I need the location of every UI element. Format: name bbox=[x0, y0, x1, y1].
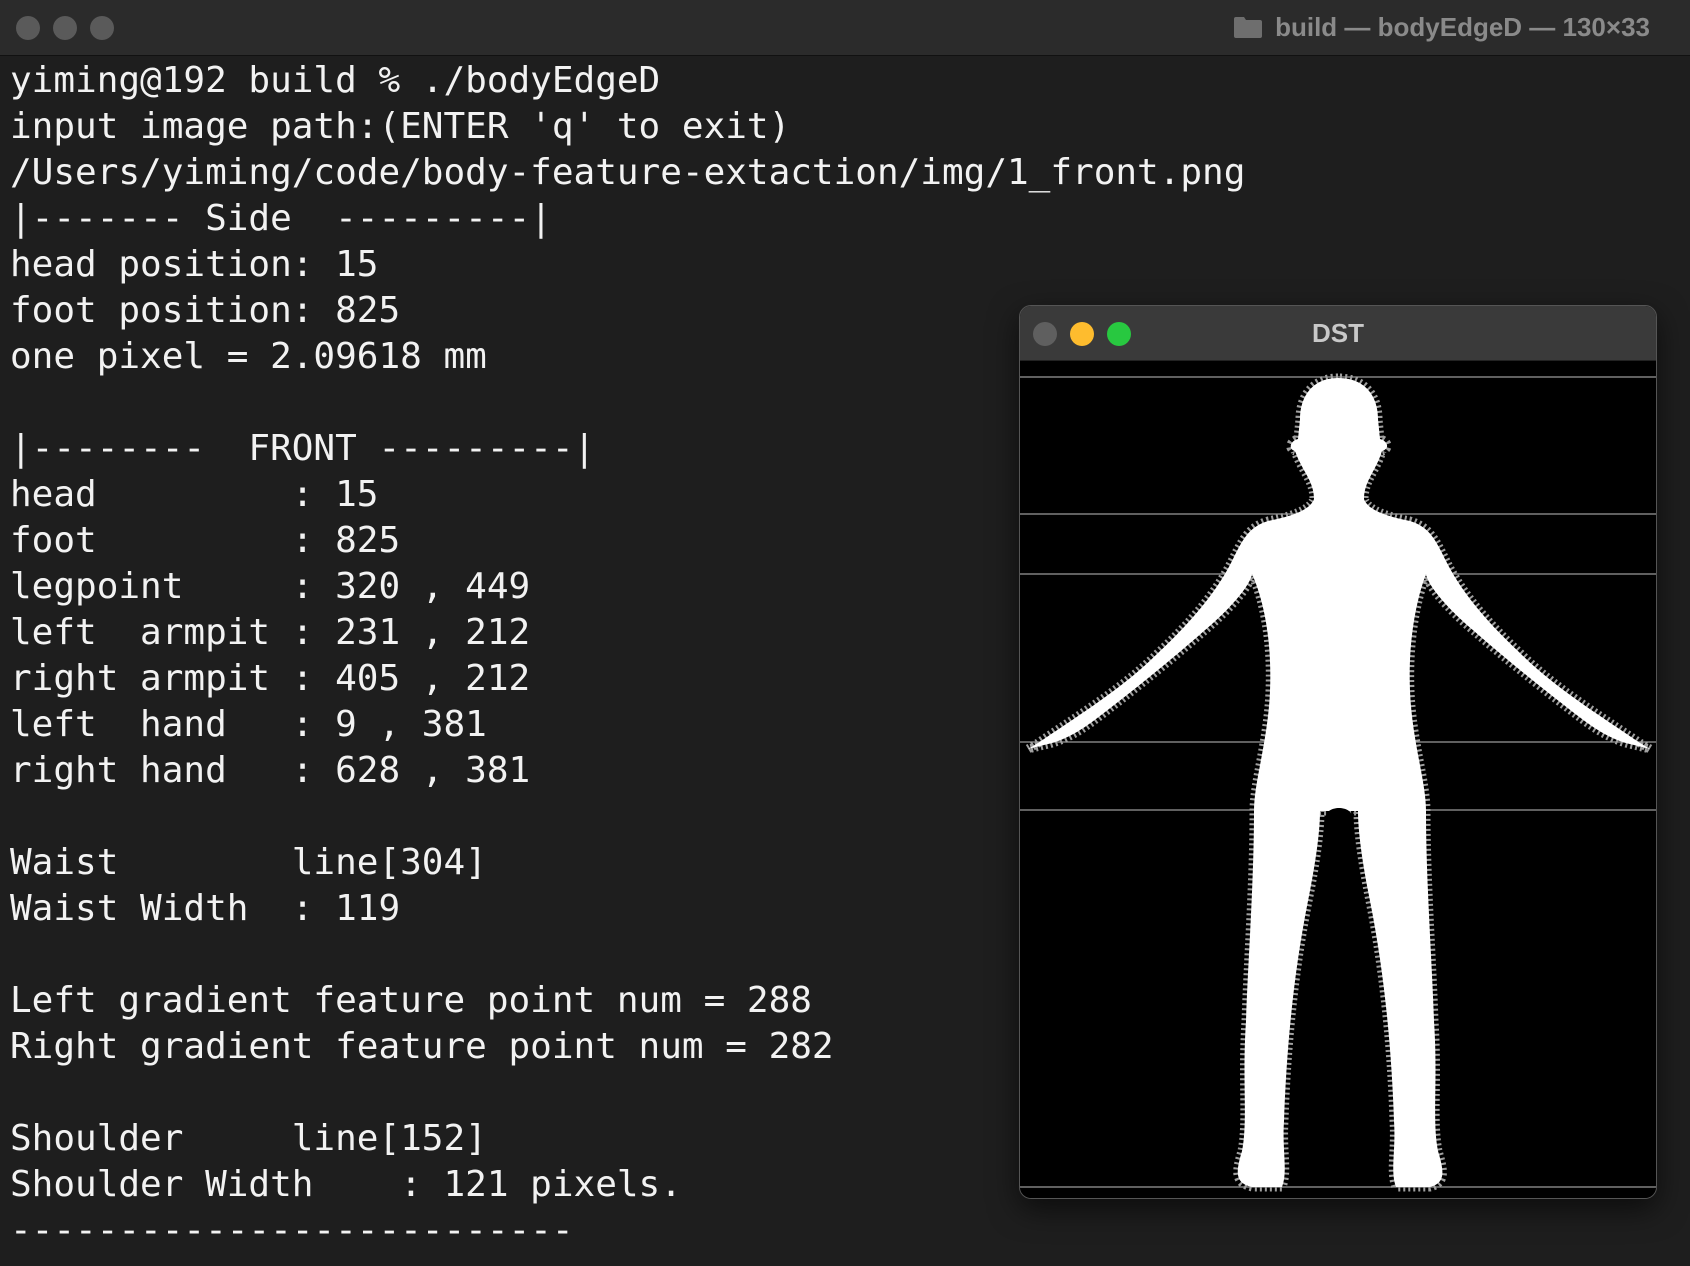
terminal-line: input image path:(ENTER 'q' to exit) bbox=[10, 106, 791, 147]
terminal-line: head position: 15 bbox=[10, 244, 379, 285]
close-button[interactable] bbox=[16, 16, 40, 40]
terminal-titlebar: build — bodyEdgeD — 130×33 bbox=[0, 0, 1690, 56]
body-silhouette-image bbox=[1020, 361, 1656, 1198]
dst-titlebar[interactable]: DST bbox=[1020, 306, 1656, 361]
maximize-button[interactable] bbox=[90, 16, 114, 40]
folder-icon bbox=[1234, 17, 1263, 38]
minimize-button[interactable] bbox=[53, 16, 77, 40]
terminal-title-text: build — bodyEdgeD — 130×33 bbox=[1275, 11, 1650, 42]
dst-window[interactable]: DST bbox=[1019, 305, 1657, 1199]
terminal-line: yiming@192 build % ./bodyEdgeD bbox=[10, 60, 661, 101]
leg-gap bbox=[1326, 808, 1352, 831]
terminal-line: |------- Side ---------| bbox=[10, 198, 552, 239]
terminal-title: build — bodyEdgeD — 130×33 bbox=[1233, 12, 1650, 42]
terminal-line: /Users/yiming/code/body-feature-extactio… bbox=[10, 152, 1246, 193]
dst-title: DST bbox=[1312, 318, 1364, 348]
terminal-line: -------------------------- bbox=[10, 1210, 574, 1251]
